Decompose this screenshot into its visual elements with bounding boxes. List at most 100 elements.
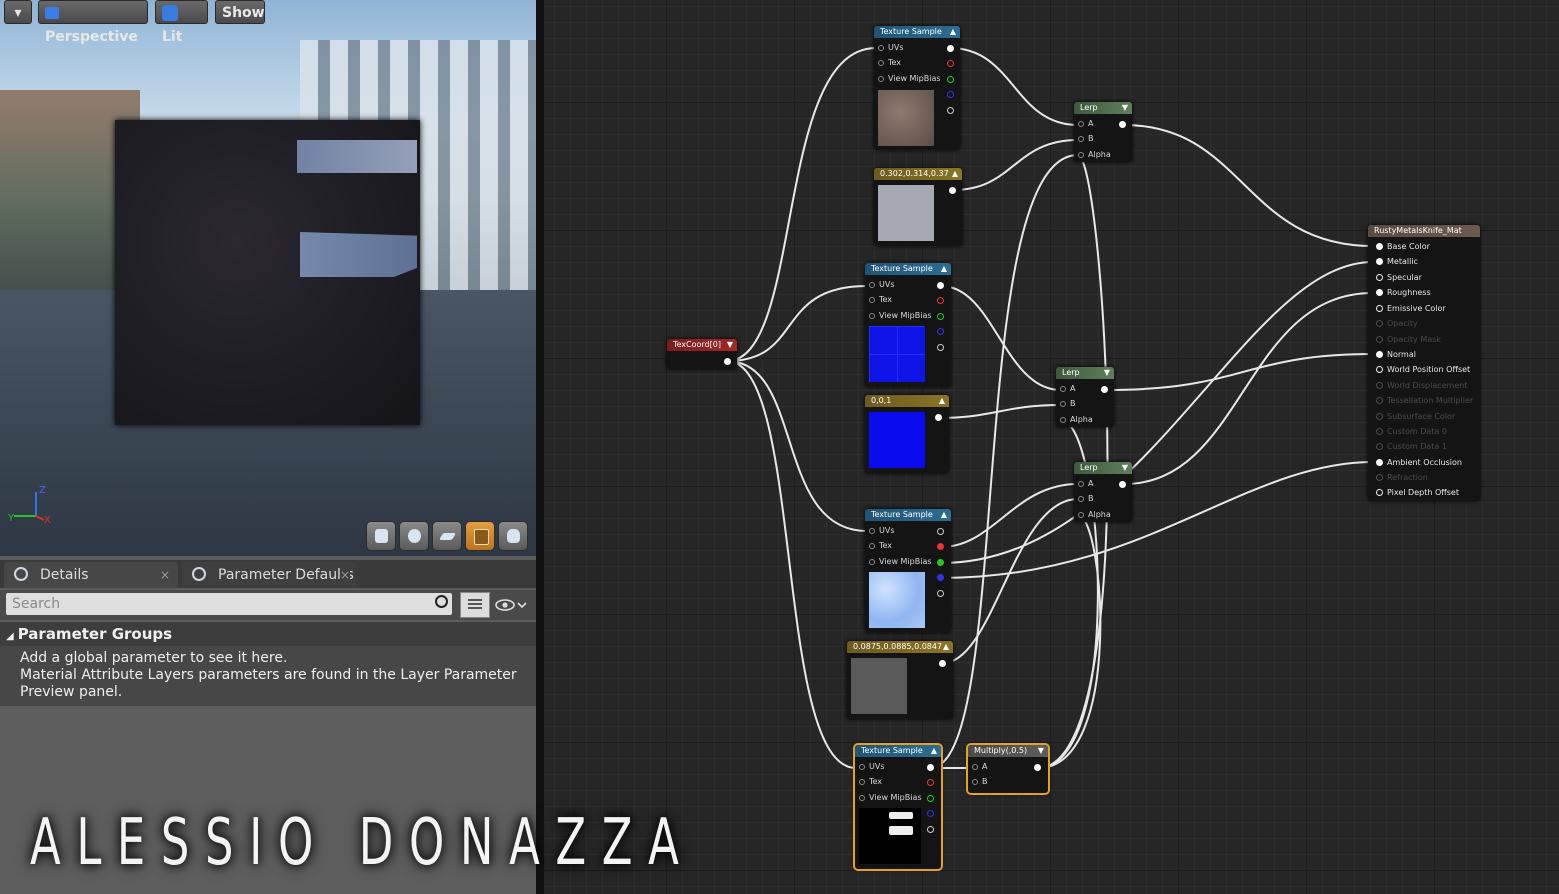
input-pin[interactable]: View MipBias (878, 74, 941, 83)
show-button[interactable]: Show (215, 0, 265, 24)
output-pin[interactable] (927, 826, 934, 833)
input-pin[interactable]: Tex (869, 541, 892, 550)
cube-icon[interactable] (465, 521, 495, 551)
input-pin[interactable]: Alpha (1078, 150, 1111, 159)
input-pin[interactable]: B (972, 777, 988, 786)
output-pin[interactable] (1101, 386, 1108, 393)
material-pin[interactable]: Base Color (1376, 242, 1430, 251)
material-pin[interactable]: Pixel Depth Offset (1376, 488, 1459, 497)
texture-sample-node[interactable]: Texture Sample ▲ UVs Tex View MipBias (874, 26, 960, 150)
input-pin[interactable]: View MipBias (859, 793, 922, 802)
output-pin[interactable] (724, 358, 731, 365)
input-pin[interactable]: View MipBias (869, 311, 932, 320)
tab-details[interactable]: Details × (4, 562, 178, 588)
output-pin[interactable] (1119, 481, 1126, 488)
input-pin[interactable]: UVs (869, 280, 895, 289)
search-input[interactable]: Search (6, 593, 452, 615)
input-pin[interactable]: UVs (878, 43, 904, 52)
chevron-up-icon: ▲ (940, 264, 947, 273)
list-view-button[interactable] (460, 592, 490, 618)
output-pin[interactable] (1119, 121, 1126, 128)
perspective-icon (45, 7, 59, 19)
input-pin[interactable]: UVs (859, 762, 885, 771)
output-pin[interactable] (937, 328, 944, 335)
visibility-options-button[interactable] (494, 596, 530, 614)
parameter-groups-header[interactable]: ◢ Parameter Groups (0, 622, 536, 646)
texture-sample-node[interactable]: Texture Sample ▲ UVs Tex View MipBias (865, 263, 951, 387)
material-pin[interactable]: Ambient Occlusion (1376, 458, 1462, 467)
output-pin[interactable] (937, 559, 944, 566)
output-pin[interactable] (949, 187, 956, 194)
output-pin[interactable] (939, 660, 946, 667)
texture-sample-node[interactable]: Texture Sample ▲ UVs Tex View MipBias (865, 509, 951, 633)
lerp-node[interactable]: Lerp ▼ A B Alpha (1074, 102, 1132, 162)
material-pin[interactable]: Metallic (1376, 257, 1418, 266)
lit-button[interactable]: Lit (155, 0, 208, 45)
viewport-menu-button[interactable]: ▾ (4, 0, 32, 24)
input-pin[interactable]: Alpha (1078, 510, 1111, 519)
output-pin[interactable] (935, 414, 942, 421)
output-pin[interactable] (927, 810, 934, 817)
material-graph-canvas[interactable]: TexCoord[0] ▼ Texture Sample ▲ UVs Tex Vie… (544, 0, 1559, 894)
node-title: 0.302,0.314,0.37 (880, 169, 949, 178)
material-pin[interactable]: Roughness (1376, 288, 1431, 297)
input-pin[interactable]: Tex (859, 777, 882, 786)
output-pin[interactable] (937, 344, 944, 351)
output-pin[interactable] (947, 45, 954, 52)
material-pin[interactable]: World Position Offset (1376, 365, 1470, 374)
input-pin[interactable]: A (1060, 384, 1075, 393)
output-pin[interactable] (937, 543, 944, 550)
output-pin[interactable] (927, 795, 934, 802)
close-icon[interactable]: × (160, 562, 170, 588)
output-pin[interactable] (927, 779, 934, 786)
node-header: Multiply(,0.5) ▼ (968, 745, 1048, 757)
constant-node[interactable]: 0.0875,0.0885,0.0847 ▲ (847, 641, 953, 719)
input-pin[interactable]: A (972, 762, 987, 771)
lerp-node[interactable]: Lerp ▼ A B Alpha (1074, 462, 1132, 522)
magnifier-icon (14, 567, 28, 581)
output-pin[interactable] (927, 764, 934, 771)
node-header: RustyMetalsKnife_Mat (1368, 225, 1480, 237)
input-pin[interactable]: UVs (869, 526, 895, 535)
output-pin[interactable] (947, 91, 954, 98)
output-pin[interactable] (937, 528, 944, 535)
input-pin[interactable]: Tex (878, 58, 901, 67)
node-header: 0.0875,0.0885,0.0847 ▲ (847, 641, 953, 653)
output-pin[interactable] (1034, 764, 1041, 771)
input-pin[interactable]: A (1078, 119, 1093, 128)
teapot-icon[interactable] (498, 521, 528, 551)
plane-icon[interactable] (432, 521, 462, 551)
panel-splitter[interactable] (536, 0, 544, 894)
multiply-node-selected[interactable]: Multiply(,0.5) ▼ A B (966, 743, 1050, 795)
output-pin[interactable] (947, 107, 954, 114)
sphere-icon[interactable] (399, 521, 429, 551)
output-pin[interactable] (937, 313, 944, 320)
constant-node[interactable]: 0.302,0.314,0.37 ▲ (874, 168, 962, 246)
perspective-button[interactable]: Perspective (38, 0, 148, 45)
output-pin[interactable] (937, 282, 944, 289)
texture-sample-node-selected[interactable]: Texture Sample ▲ UVs Tex View MipBias (853, 743, 943, 871)
output-pin[interactable] (947, 76, 954, 83)
input-pin[interactable]: A (1078, 479, 1093, 488)
material-pin[interactable]: Emissive Color (1376, 304, 1446, 313)
output-pin[interactable] (947, 60, 954, 67)
constant-node[interactable]: 0,0,1 ▲ (865, 395, 949, 473)
input-pin[interactable]: Alpha (1060, 415, 1093, 424)
output-pin[interactable] (937, 590, 944, 597)
texcoord-node[interactable]: TexCoord[0] ▼ (667, 339, 737, 369)
material-pin[interactable]: Normal (1376, 350, 1416, 359)
lerp-node[interactable]: Lerp ▼ A B Alpha (1056, 367, 1114, 427)
tab-parameter-defaults[interactable]: Parameter Defaults × (182, 562, 356, 588)
input-pin[interactable]: Tex (869, 295, 892, 304)
input-pin[interactable]: B (1078, 134, 1094, 143)
output-pin[interactable] (937, 574, 944, 581)
input-pin[interactable]: View MipBias (869, 557, 932, 566)
material-result-node[interactable]: RustyMetalsKnife_Mat Base Color Metallic… (1368, 225, 1480, 501)
output-pin[interactable] (937, 297, 944, 304)
input-pin[interactable]: B (1060, 399, 1076, 408)
material-preview-viewport[interactable]: ▾ Perspective Lit Show Z Y X (0, 0, 536, 556)
close-icon[interactable]: × (339, 562, 350, 588)
cylinder-icon[interactable] (366, 521, 396, 551)
input-pin[interactable]: B (1078, 494, 1094, 503)
material-pin[interactable]: Specular (1376, 273, 1422, 282)
